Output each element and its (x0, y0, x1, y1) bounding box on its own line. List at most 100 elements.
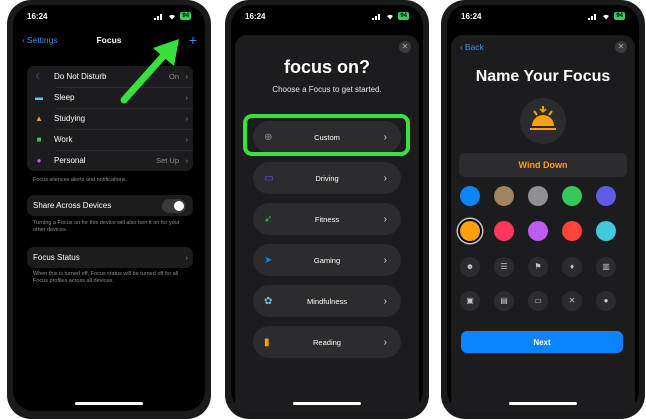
color-swatch[interactable] (494, 221, 514, 241)
sunset-icon (530, 106, 556, 130)
pin-icon[interactable]: ♦ (562, 257, 582, 277)
add-focus-button[interactable]: + (189, 32, 197, 48)
chevron-right-icon: › (383, 213, 387, 225)
focus-mode-label: Do Not Disturb (54, 72, 107, 81)
focus-mode-label: Work (54, 135, 73, 144)
status-bar: 16:24 94 (27, 12, 191, 24)
color-swatch[interactable] (562, 221, 582, 241)
share-across-devices-row: Share Across Devices (27, 195, 193, 216)
back-label: Back (464, 42, 484, 52)
home-indicator (293, 402, 361, 405)
chevron-right-icon: › (185, 253, 189, 262)
focus-option-label: Reading (313, 337, 341, 347)
focus-mode-label: Personal (54, 156, 86, 165)
status-time: 16:24 (461, 12, 482, 21)
custom-highlight (243, 114, 410, 156)
focus-option-reading[interactable]: ▮ Reading › (253, 326, 401, 358)
focus-mode-row[interactable]: ▲ Studying › (27, 108, 193, 129)
book-icon: ▮ (264, 336, 270, 348)
focus-option-label: Fitness (314, 214, 340, 224)
smiley-icon[interactable]: ☻ (460, 257, 480, 277)
color-swatch[interactable] (596, 186, 616, 206)
status-bar: 16:24 94 (461, 12, 625, 24)
battery-icon: 94 (614, 12, 625, 20)
document-icon[interactable]: ▤ (494, 291, 514, 311)
chevron-right-icon: › (185, 156, 189, 165)
focus-mode-row[interactable]: ■ Work › (27, 129, 193, 150)
signal-icon (372, 13, 381, 20)
chevron-right-icon: › (185, 93, 189, 102)
work-icon: ■ (36, 135, 42, 144)
close-button[interactable]: ✕ (615, 41, 627, 53)
moon-icon: ☾ (35, 72, 43, 81)
next-button[interactable]: Next (461, 331, 623, 353)
share-group: Share Across Devices (27, 195, 193, 216)
close-button[interactable]: ✕ (399, 41, 411, 53)
books-icon[interactable]: ▥ (596, 257, 616, 277)
bookmark-icon[interactable]: ⚑ (528, 257, 548, 277)
battery-icon: 94 (180, 12, 191, 20)
focus-status-label: Focus Status (33, 253, 80, 262)
focus-icon-preview (520, 98, 566, 144)
focus-option-driving[interactable]: ▭ Driving › (253, 162, 401, 194)
status-footer: When this is turned off, Focus status wi… (33, 271, 179, 284)
color-swatch[interactable] (528, 221, 548, 241)
chevron-right-icon: › (185, 72, 189, 81)
screen: 16:24 94 ✕ focus on? Choose a Focus to g… (231, 5, 423, 411)
screen: 16:24 94 ‹ Back ✕ Name Your Focus Wind Do… (447, 5, 639, 411)
sheet-heading: focus on? (284, 57, 370, 77)
color-swatch[interactable] (460, 186, 480, 206)
color-swatch[interactable] (528, 186, 548, 206)
bed-icon: ▬ (35, 93, 43, 102)
share-label: Share Across Devices (33, 201, 112, 210)
modes-footer: Focus silences alerts and notifications. (33, 177, 128, 183)
person-icon: ● (36, 156, 42, 165)
phone-name-focus: 16:24 94 ‹ Back ✕ Name Your Focus Wind Do… (441, 0, 645, 419)
gift-icon[interactable]: ▣ (460, 291, 480, 311)
chevron-right-icon: › (185, 135, 189, 144)
focus-mode-label: Sleep (54, 93, 75, 102)
signal-icon (588, 13, 597, 20)
status-time: 16:24 (27, 12, 48, 21)
list-icon[interactable]: ☰ (494, 257, 514, 277)
back-button[interactable]: ‹ Back (460, 42, 484, 52)
wifi-icon (169, 14, 176, 19)
status-time: 16:24 (245, 12, 266, 21)
card-icon[interactable]: ▭ (528, 291, 548, 311)
battery-icon: 94 (398, 12, 409, 20)
focus-option-fitness[interactable]: ➶ Fitness › (253, 203, 401, 235)
focus-status-row[interactable]: Focus Status › (27, 247, 193, 268)
color-swatch[interactable] (460, 221, 480, 241)
focus-mode-row[interactable]: ● Personal Set Up › (27, 150, 193, 171)
status-bar: 16:24 94 (245, 12, 409, 24)
running-icon: ➶ (264, 213, 273, 225)
focus-option-mindfulness[interactable]: ✿ Mindfulness › (253, 285, 401, 317)
flower-icon: ✿ (264, 295, 273, 307)
share-toggle[interactable] (162, 199, 186, 213)
home-indicator (75, 402, 143, 405)
focus-option-label: Driving (315, 173, 339, 183)
wifi-icon (603, 14, 610, 19)
choose-focus-sheet: ✕ focus on? Choose a Focus to get starte… (235, 35, 419, 411)
signal-icon (154, 13, 163, 20)
rocket-icon: ➤ (264, 254, 273, 266)
focus-option-gaming[interactable]: ➤ Gaming › (253, 244, 401, 276)
fork-knife-icon[interactable]: ✕ (562, 291, 582, 311)
home-indicator (509, 402, 577, 405)
pills-icon[interactable]: ● (596, 291, 616, 311)
color-swatch[interactable] (494, 186, 514, 206)
focus-status-group: Focus Status › (27, 247, 193, 268)
focus-mode-value: Set Up (156, 156, 179, 165)
focus-name-field[interactable]: Wind Down (459, 153, 627, 177)
sheet-subheading: Choose a Focus to get started. (272, 85, 382, 94)
graduation-cap-icon: ▲ (35, 114, 43, 123)
share-footer: Turning a Focus on for this device will … (33, 220, 180, 233)
car-icon: ▭ (264, 172, 274, 184)
color-swatch[interactable] (596, 221, 616, 241)
focus-mode-label: Studying (54, 114, 86, 123)
focus-option-label: Gaming (313, 255, 341, 265)
color-swatch[interactable] (562, 186, 582, 206)
phone-choose-focus: 16:24 94 ✕ focus on? Choose a Focus to g… (225, 0, 429, 419)
chevron-right-icon: › (185, 114, 189, 123)
chevron-right-icon: › (383, 336, 387, 348)
